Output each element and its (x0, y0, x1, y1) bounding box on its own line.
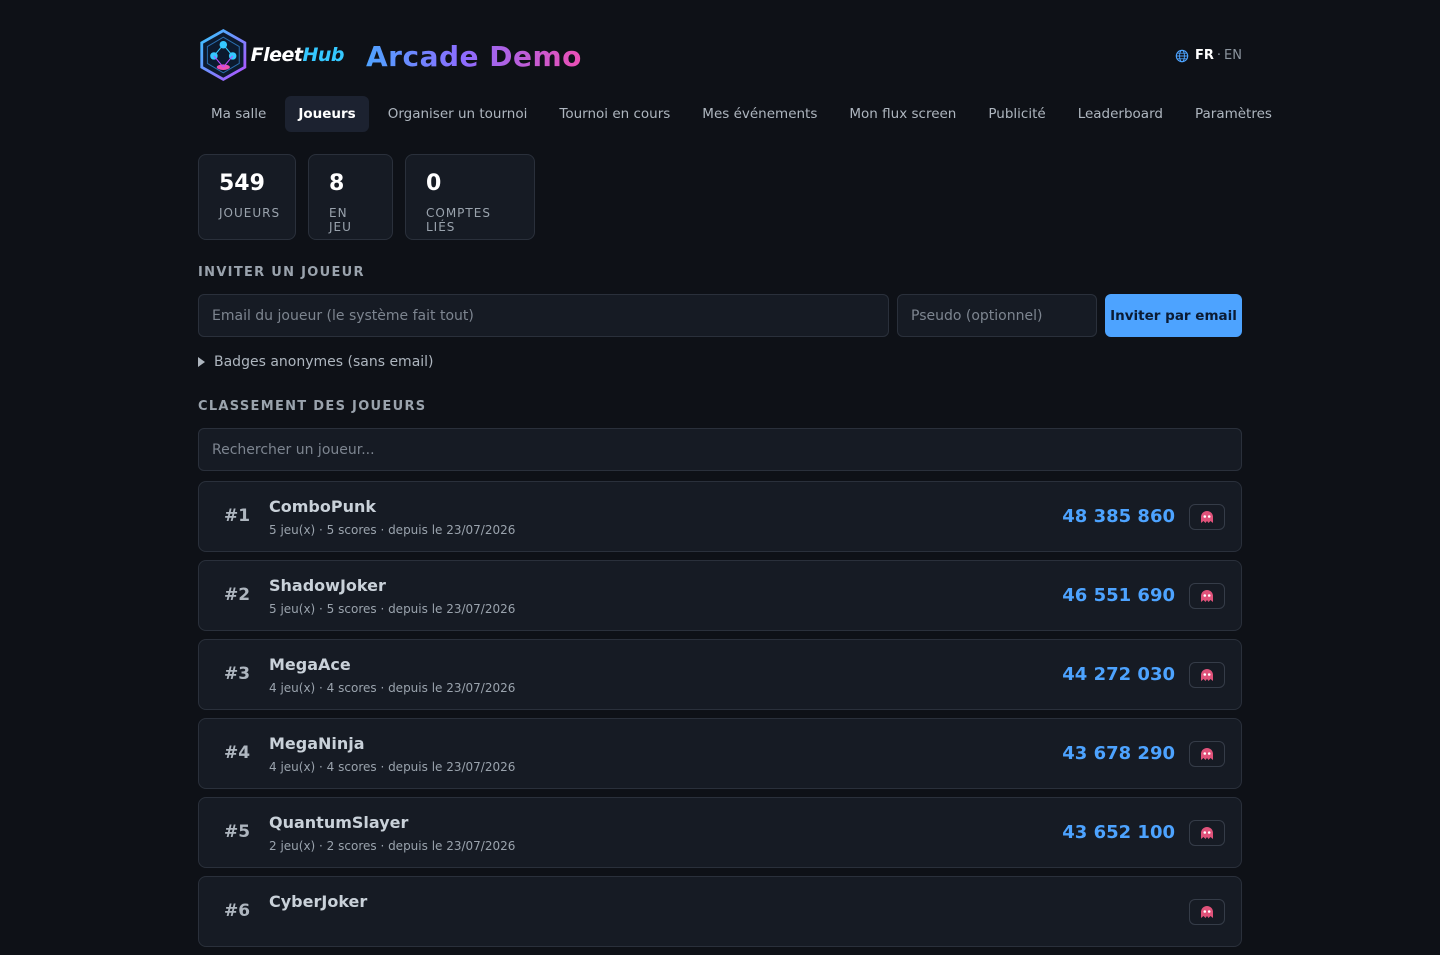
lang-separator: · (1216, 48, 1222, 63)
player-action-button[interactable] (1189, 741, 1225, 767)
ranking-section-title: CLASSEMENT DES JOUEURS (198, 399, 427, 414)
fleethub-logo[interactable]: FleetHub (198, 22, 344, 88)
player-meta: 5 jeu(x) · 5 scores · depuis le 23/07/20… (269, 602, 516, 616)
nav-tournoi-en-cours[interactable]: Tournoi en cours (546, 96, 683, 132)
player-leaderboard: #1 ComboPunk 5 jeu(x) · 5 scores · depui… (198, 481, 1242, 955)
nav-mes-evenements[interactable]: Mes événements (689, 96, 830, 132)
main-nav: Ma salle Joueurs Organiser un tournoi To… (198, 96, 1291, 132)
app-title: Arcade Demo (366, 40, 582, 73)
player-rank: #6 (224, 901, 251, 921)
stat-value: 0 (426, 171, 442, 196)
stat-value: 8 (329, 171, 345, 196)
nav-organiser-tournoi[interactable]: Organiser un tournoi (375, 96, 541, 132)
anonymous-badges-label: Badges anonymes (sans email) (214, 354, 434, 370)
player-rank: #2 (224, 585, 251, 605)
nav-ma-salle[interactable]: Ma salle (198, 96, 279, 132)
arcade-ghost-icon (1201, 827, 1213, 839)
invite-section-title: INVITER UN JOUEUR (198, 265, 365, 280)
player-rank: #4 (224, 743, 251, 763)
logo-text: FleetHub (250, 44, 345, 66)
stats-row: 549 JOUEURS 8 EN JEU 0 COMPTES LIÉS (198, 154, 547, 240)
player-name: CyberJoker (269, 892, 368, 911)
player-row[interactable]: #1 ComboPunk 5 jeu(x) · 5 scores · depui… (198, 481, 1242, 552)
email-input[interactable] (198, 294, 889, 337)
player-action-button[interactable] (1189, 899, 1225, 925)
anonymous-badges-toggle[interactable]: Badges anonymes (sans email) (198, 354, 434, 370)
player-action-button[interactable] (1189, 504, 1225, 530)
player-action-button[interactable] (1189, 820, 1225, 846)
header: FleetHub Arcade Demo FR · EN (198, 0, 1242, 96)
stat-label: JOUEURS (219, 206, 281, 220)
player-row[interactable]: #6 CyberJoker (198, 876, 1242, 947)
fleethub-logo-icon (200, 29, 247, 81)
player-name: ComboPunk (269, 497, 376, 516)
player-score: 48 385 860 (1062, 506, 1175, 527)
arcade-ghost-icon (1201, 748, 1213, 760)
arcade-ghost-icon (1201, 669, 1213, 681)
player-rank: #5 (224, 822, 251, 842)
player-rank: #3 (224, 664, 251, 684)
disclosure-triangle-icon (198, 357, 205, 367)
player-rank: #1 (224, 506, 251, 526)
player-score: 46 551 690 (1062, 585, 1175, 606)
stat-value: 549 (219, 171, 265, 196)
player-name: ShadowJoker (269, 576, 386, 595)
nav-publicite[interactable]: Publicité (975, 96, 1058, 132)
player-search-input[interactable] (198, 428, 1242, 471)
stat-card-joueurs: 549 JOUEURS (198, 154, 296, 240)
stat-card-en-jeu: 8 EN JEU (308, 154, 393, 240)
page: FleetHub Arcade Demo FR · EN Ma salle Jo… (198, 0, 1272, 947)
logo-text-hub: Hub (302, 44, 344, 66)
player-row[interactable]: #4 MegaNinja 4 jeu(x) · 4 scores · depui… (198, 718, 1242, 789)
player-action-button[interactable] (1189, 662, 1225, 688)
invite-row: Inviter par email (198, 294, 1242, 337)
globe-icon (1175, 49, 1189, 62)
player-meta: 4 jeu(x) · 4 scores · depuis le 23/07/20… (269, 681, 516, 695)
nav-parametres[interactable]: Paramètres (1182, 96, 1285, 132)
stat-label: COMPTES LIÉS (426, 206, 491, 234)
arcade-ghost-icon (1201, 590, 1213, 602)
lang-en[interactable]: EN (1224, 48, 1242, 63)
player-score: 43 678 290 (1062, 743, 1175, 764)
stat-label: EN JEU (329, 206, 352, 234)
logo-text-fleet: Fleet (250, 44, 303, 66)
arcade-ghost-icon (1201, 906, 1213, 918)
nav-mon-flux-screen[interactable]: Mon flux screen (836, 96, 969, 132)
arcade-ghost-icon (1201, 511, 1213, 523)
player-name: MegaNinja (269, 734, 365, 753)
player-row[interactable]: #3 MegaAce 4 jeu(x) · 4 scores · depuis … (198, 639, 1242, 710)
player-name: MegaAce (269, 655, 351, 674)
nav-joueurs[interactable]: Joueurs (285, 96, 369, 132)
player-meta: 5 jeu(x) · 5 scores · depuis le 23/07/20… (269, 523, 516, 537)
player-meta: 2 jeu(x) · 2 scores · depuis le 23/07/20… (269, 839, 516, 853)
lang-fr[interactable]: FR (1195, 48, 1214, 63)
language-switcher: FR · EN (1175, 48, 1242, 63)
player-meta: 4 jeu(x) · 4 scores · depuis le 23/07/20… (269, 760, 516, 774)
player-row[interactable]: #5 QuantumSlayer 2 jeu(x) · 2 scores · d… (198, 797, 1242, 868)
player-score: 44 272 030 (1062, 664, 1175, 685)
stat-card-comptes-lies: 0 COMPTES LIÉS (405, 154, 535, 240)
player-row[interactable]: #2 ShadowJoker 5 jeu(x) · 5 scores · dep… (198, 560, 1242, 631)
pseudo-input[interactable] (897, 294, 1097, 337)
nav-leaderboard[interactable]: Leaderboard (1065, 96, 1176, 132)
player-score: 43 652 100 (1062, 822, 1175, 843)
player-name: QuantumSlayer (269, 813, 409, 832)
invite-by-email-button[interactable]: Inviter par email (1105, 294, 1242, 337)
player-action-button[interactable] (1189, 583, 1225, 609)
